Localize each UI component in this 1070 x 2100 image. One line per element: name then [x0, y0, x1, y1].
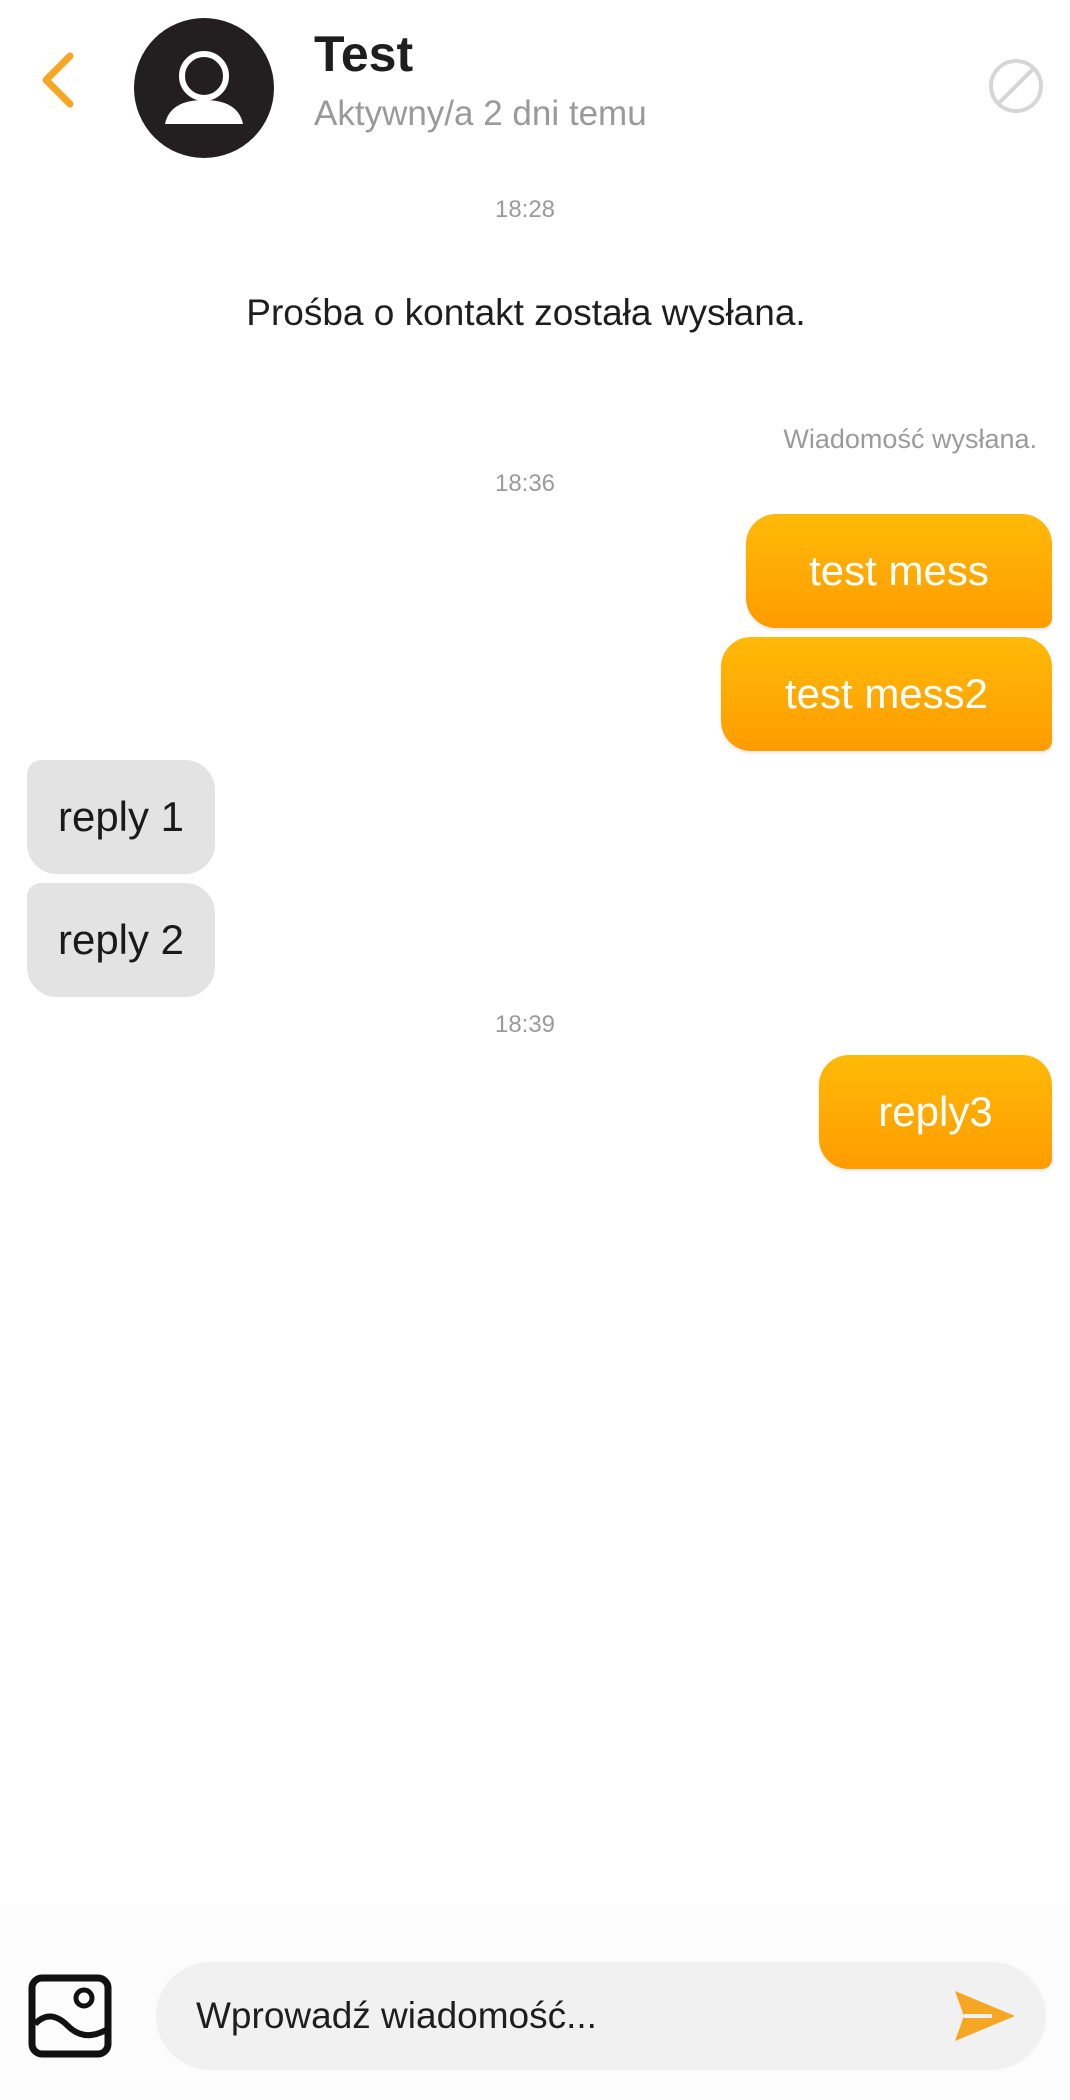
message-timestamp: 18:39 — [494, 1011, 556, 1038]
user-icon — [165, 51, 243, 124]
message-timestamp: 18:28 — [494, 196, 556, 223]
send-button[interactable] — [952, 1986, 1018, 2046]
chevron-left-icon — [42, 52, 74, 108]
block-icon — [989, 59, 1043, 113]
back-button[interactable] — [28, 40, 88, 120]
chat-header: Test Aktywny/a 2 dni temu — [0, 0, 1070, 175]
image-icon — [28, 1974, 112, 2058]
block-button[interactable] — [986, 56, 1046, 116]
message-input[interactable] — [196, 1962, 896, 2070]
system-notice: Prośba o kontakt została wysłana. — [246, 292, 806, 333]
send-icon — [955, 1991, 1015, 2041]
outgoing-message[interactable]: reply3 — [819, 1055, 1052, 1169]
incoming-message[interactable]: reply 1 — [27, 760, 215, 874]
avatar[interactable] — [134, 18, 274, 158]
contact-status: Aktywny/a 2 dni temu — [314, 94, 647, 133]
outgoing-message[interactable]: test mess2 — [721, 637, 1052, 751]
contact-name: Test — [314, 26, 414, 82]
delivery-status: Wiadomość wysłana. — [783, 424, 1037, 454]
incoming-message[interactable]: reply 2 — [27, 883, 215, 997]
outgoing-message[interactable]: test mess — [746, 514, 1052, 628]
message-composer — [0, 1904, 1070, 2100]
message-timestamp: 18:36 — [494, 470, 556, 497]
message-input-container — [156, 1962, 1046, 2070]
attach-image-button[interactable] — [28, 1974, 112, 2058]
